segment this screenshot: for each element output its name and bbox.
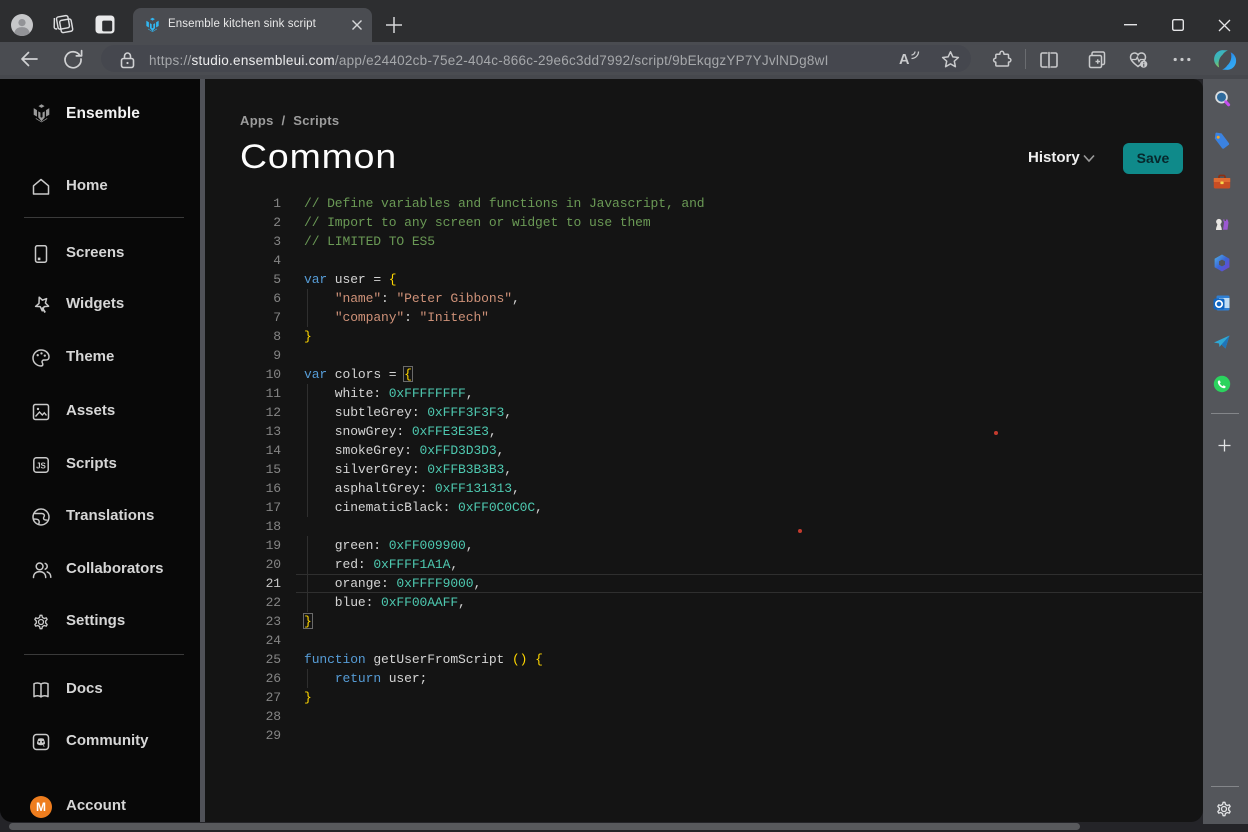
svg-text:JS: JS <box>36 461 46 470</box>
